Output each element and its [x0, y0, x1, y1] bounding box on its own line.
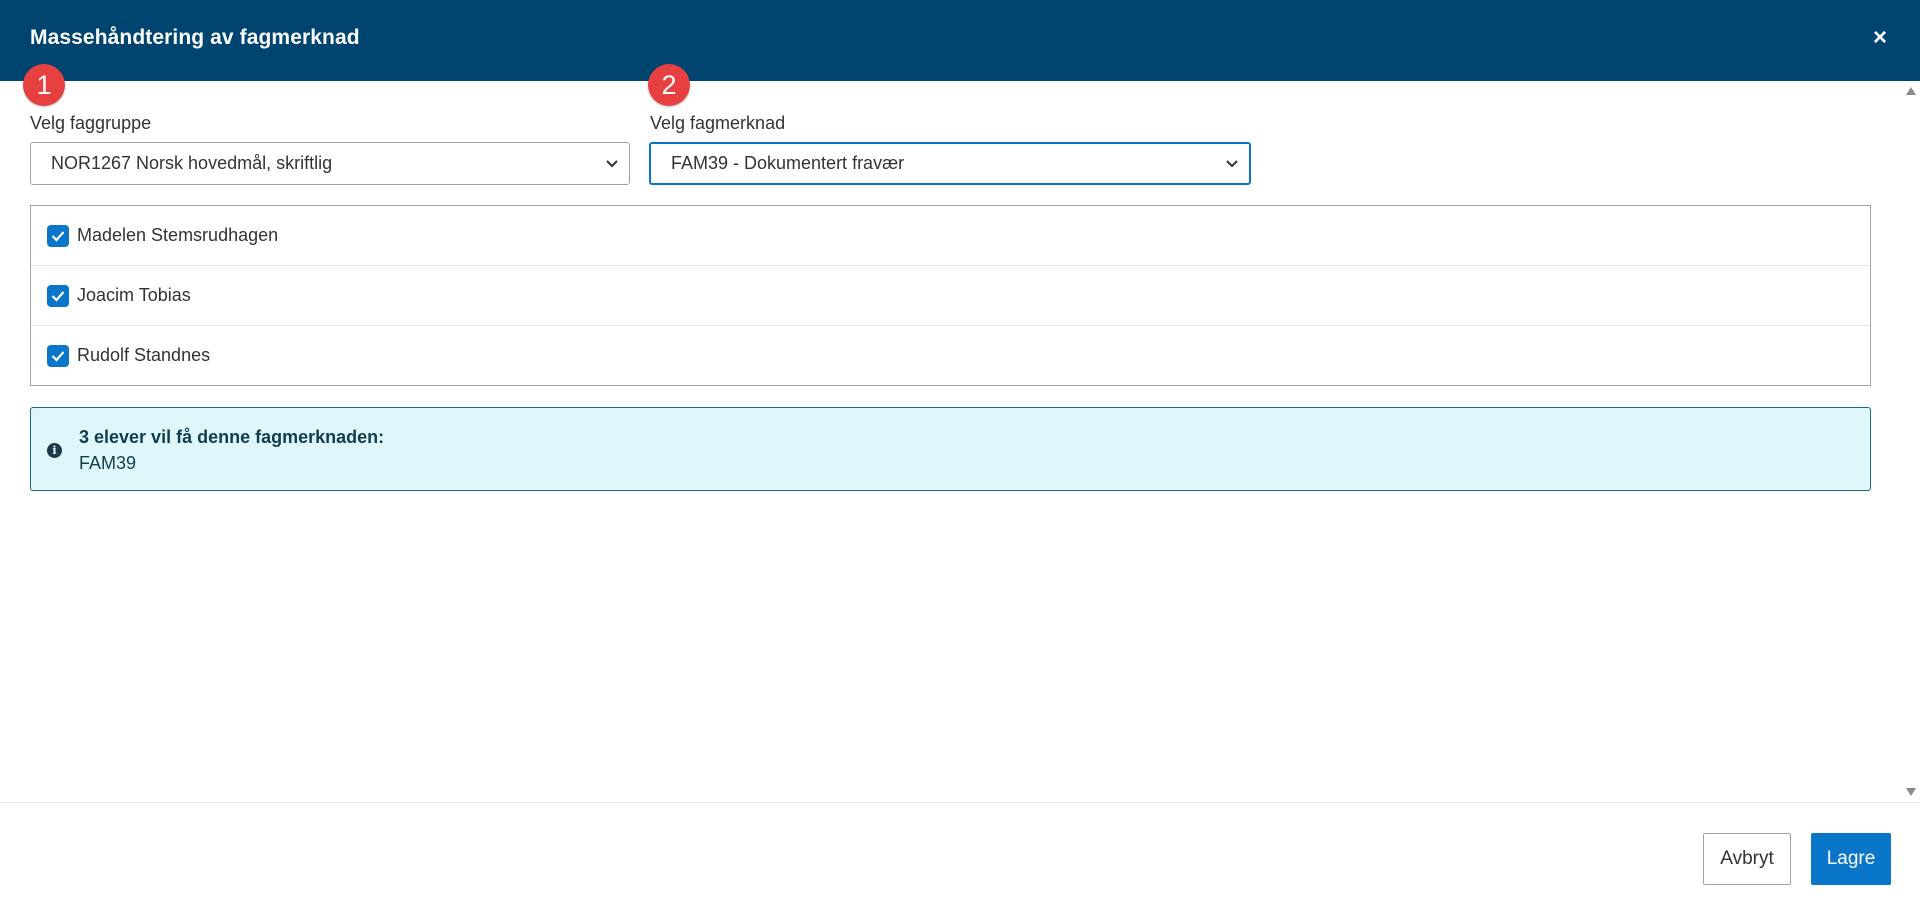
dialog-title: Massehåndtering av fagmerknad [30, 26, 360, 49]
student-row[interactable]: Madelen Stemsrudhagen [31, 206, 1870, 266]
student-checkbox[interactable] [47, 285, 69, 307]
info-icon: i [47, 443, 62, 458]
student-name: Joacim Tobias [77, 285, 191, 305]
cancel-button[interactable]: Avbryt [1703, 833, 1791, 885]
fagmerknad-label: Velg fagmerknad [650, 113, 786, 133]
scrollbar[interactable] [1902, 81, 1920, 802]
save-button[interactable]: Lagre [1811, 833, 1891, 885]
scroll-down-icon[interactable] [1906, 788, 1916, 796]
student-list: Madelen Stemsrudhagen Joacim Tobias Rudo… [30, 205, 1871, 386]
dialog-footer: Avbryt Lagre [0, 802, 1920, 912]
step-marker-2: 2 [648, 64, 690, 106]
student-name: Rudolf Standnes [77, 345, 211, 365]
info-code: FAM39 [79, 453, 137, 473]
scroll-up-icon[interactable] [1906, 87, 1916, 95]
student-checkbox[interactable] [47, 345, 69, 367]
info-alert: i 3 elever vil få denne fagmerknaden: FA… [30, 407, 1871, 491]
close-button[interactable]: × [1868, 26, 1892, 50]
student-row[interactable]: Rudolf Standnes [31, 326, 1870, 386]
chevron-down-icon [605, 143, 619, 184]
student-checkbox[interactable] [47, 225, 69, 247]
fagmerknad-select[interactable]: FAM39 - Dokumentert fravær [649, 142, 1251, 185]
student-name: Madelen Stemsrudhagen [77, 225, 279, 245]
fagmerknad-selected-value: FAM39 - Dokumentert fravær [671, 153, 905, 173]
student-row[interactable]: Joacim Tobias [31, 266, 1870, 326]
info-title: 3 elever vil få denne fagmerknaden: [79, 427, 385, 447]
faggruppe-selected-value: NOR1267 Norsk hovedmål, skriftlig [51, 153, 333, 173]
faggruppe-label: Velg faggruppe [30, 113, 152, 133]
step-marker-1: 1 [23, 64, 65, 106]
dialog-header: Massehåndtering av fagmerknad × [0, 0, 1920, 81]
chevron-down-icon [1225, 144, 1239, 183]
faggruppe-select[interactable]: NOR1267 Norsk hovedmål, skriftlig [30, 142, 630, 185]
